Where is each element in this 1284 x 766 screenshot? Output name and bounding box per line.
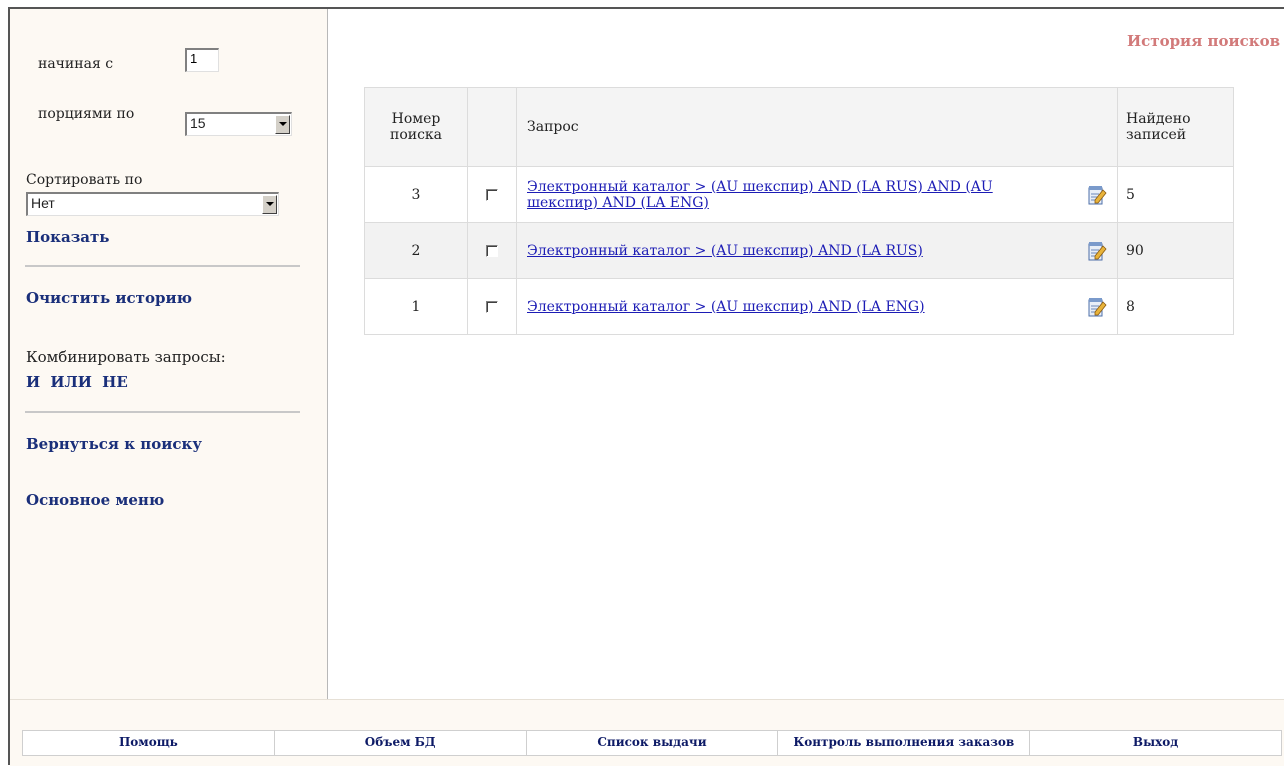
col-header-select: [467, 87, 517, 167]
search-history-table: Номер поиска Запрос Найдено записей 3 Эл…: [364, 87, 1234, 335]
db-volume-link[interactable]: Объем БД: [275, 731, 527, 755]
issue-list-link[interactable]: Список выдачи: [527, 731, 779, 755]
row-checkbox[interactable]: [486, 300, 498, 313]
col-header-query: Запрос: [516, 87, 1118, 167]
sort-label: Сортировать по: [26, 172, 143, 188]
table-row: 3 Электронный каталог > (AU шекспир) AND…: [364, 166, 1234, 223]
col-header-num: Номер поиска: [364, 87, 468, 167]
row-num: 3: [364, 166, 468, 223]
row-select: [467, 278, 517, 335]
row-found: 90: [1117, 222, 1234, 279]
exit-link[interactable]: Выход: [1030, 731, 1282, 755]
row-select: [467, 222, 517, 279]
combine-label: Комбинировать запросы:: [26, 348, 226, 366]
chevron-down-icon[interactable]: [262, 195, 277, 214]
row-checkbox[interactable]: [486, 188, 498, 201]
query-link[interactable]: Электронный каталог > (AU шекспир) AND (…: [527, 299, 925, 315]
portion-select-value: 15: [190, 115, 206, 131]
row-query-cell: Электронный каталог > (AU шекспир) AND (…: [516, 222, 1118, 279]
chevron-down-icon[interactable]: [275, 115, 290, 134]
combine-ops: И ИЛИ НЕ: [26, 372, 128, 391]
table-row: 2 Электронный каталог > (AU шекспир) AND…: [364, 222, 1234, 279]
edit-notepad-icon[interactable]: [1087, 184, 1107, 206]
row-found: 8: [1117, 278, 1234, 335]
sort-select[interactable]: Нет: [26, 192, 279, 216]
portion-label: порциями по: [38, 106, 135, 122]
query-link[interactable]: Электронный каталог > (AU шекспир) AND (…: [527, 179, 1047, 211]
page-title: История поисков: [1126, 32, 1280, 50]
back-to-search-link[interactable]: Вернуться к поиску: [26, 435, 202, 453]
start-label: начиная с: [38, 56, 114, 72]
query-link[interactable]: Электронный каталог > (AU шекспир) AND (…: [527, 243, 923, 259]
table-row: 1 Электронный каталог > (AU шекспир) AND…: [364, 278, 1234, 335]
edit-notepad-icon[interactable]: [1087, 296, 1107, 318]
bottom-nav: Помощь Объем БД Список выдачи Контроль в…: [22, 730, 1282, 756]
portion-select[interactable]: 15: [185, 112, 292, 136]
col-header-found: Найдено записей: [1117, 87, 1234, 167]
combine-not-link[interactable]: НЕ: [102, 373, 128, 391]
order-control-link[interactable]: Контроль выполнения заказов: [778, 731, 1031, 755]
help-link[interactable]: Помощь: [22, 731, 275, 755]
combine-and-link[interactable]: И: [26, 373, 40, 391]
row-select: [467, 166, 517, 223]
divider: [25, 411, 300, 413]
start-input[interactable]: 1: [185, 48, 219, 72]
show-button[interactable]: Показать: [26, 228, 110, 246]
row-found: 5: [1117, 166, 1234, 223]
main-menu-link[interactable]: Основное меню: [26, 491, 164, 509]
row-query-cell: Электронный каталог > (AU шекспир) AND (…: [516, 166, 1118, 223]
combine-or-link[interactable]: ИЛИ: [50, 373, 92, 391]
table-header-row: Номер поиска Запрос Найдено записей: [364, 87, 1234, 167]
divider: [25, 265, 300, 267]
row-query-cell: Электронный каталог > (AU шекспир) AND (…: [516, 278, 1118, 335]
clear-history-link[interactable]: Очистить историю: [26, 289, 192, 307]
row-num: 2: [364, 222, 468, 279]
row-checkbox[interactable]: [486, 244, 498, 257]
sort-select-value: Нет: [31, 195, 55, 211]
edit-notepad-icon[interactable]: [1087, 240, 1107, 262]
row-num: 1: [364, 278, 468, 335]
